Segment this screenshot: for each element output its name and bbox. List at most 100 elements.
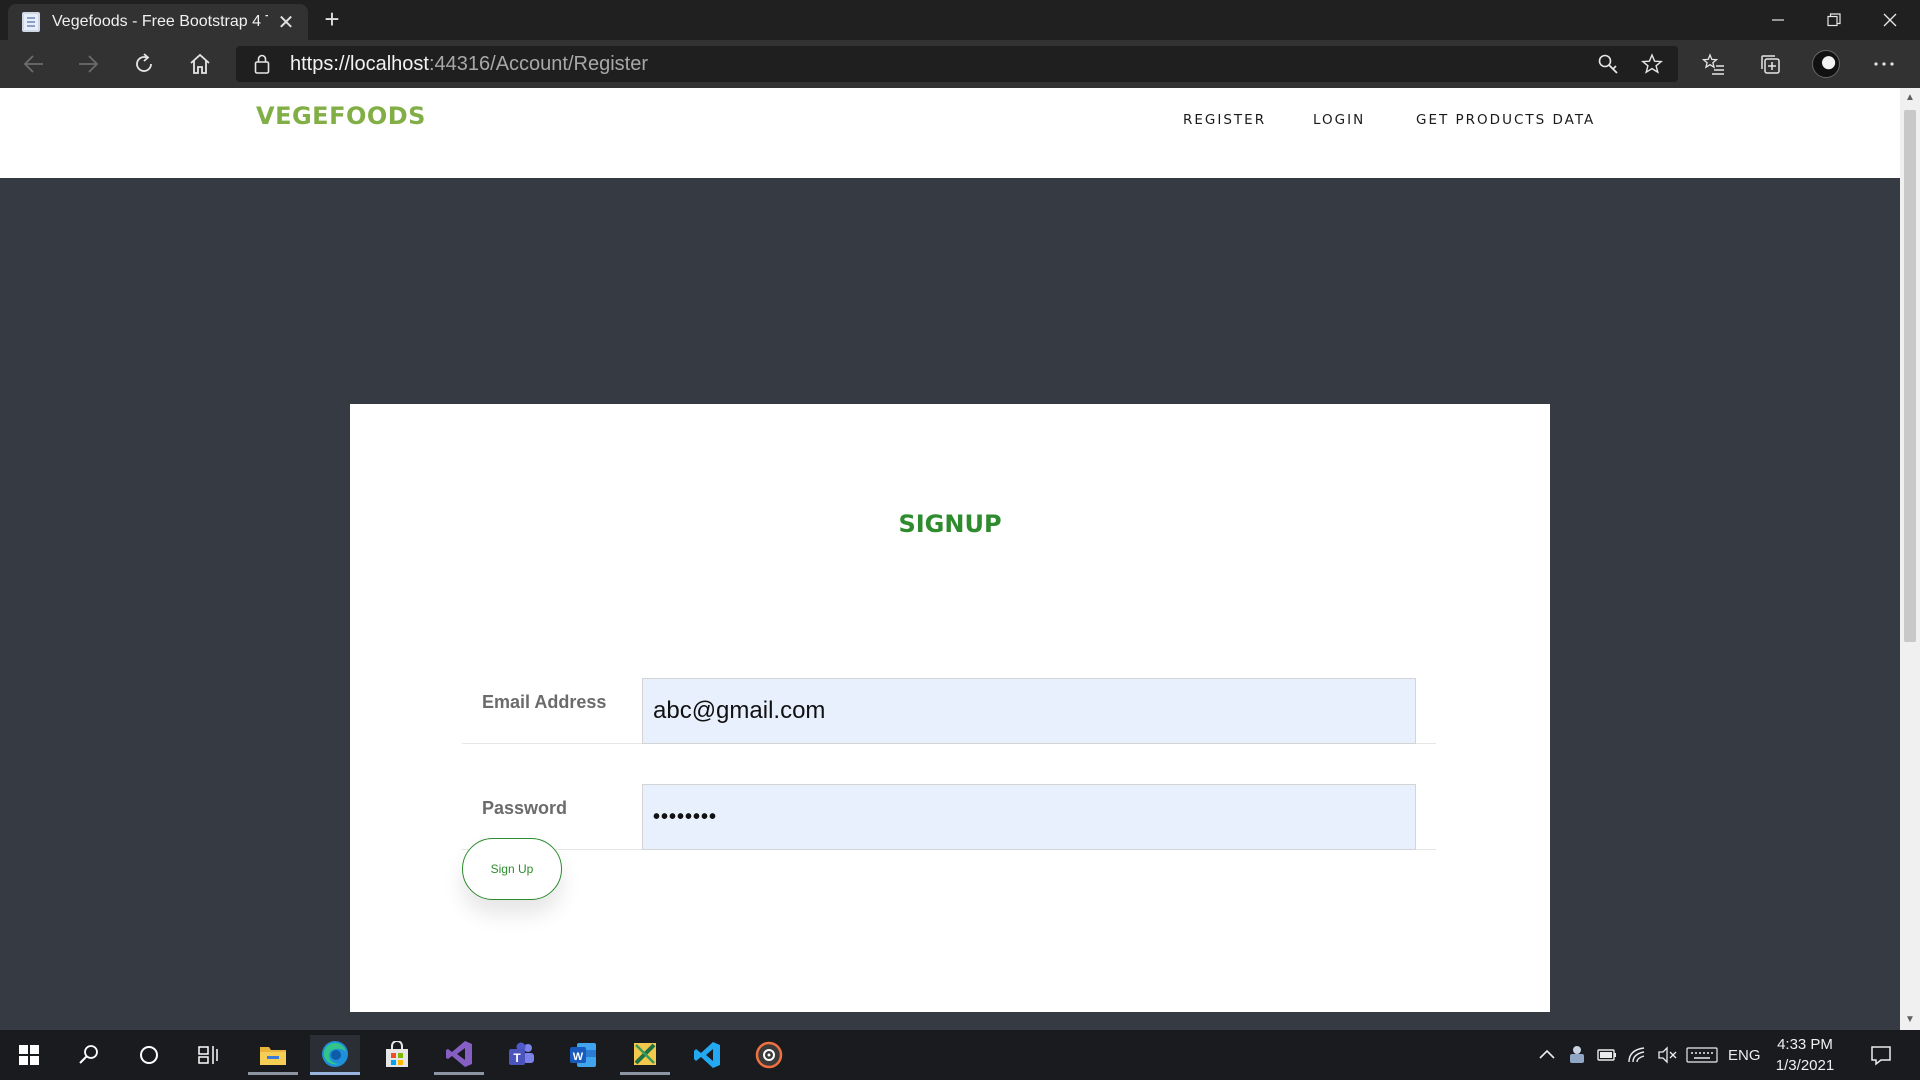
signup-title: SIGNUP (898, 510, 1002, 538)
url-host: localhost (350, 53, 429, 75)
taskbar-edge[interactable] (310, 1035, 360, 1075)
email-row: Email Address abc@gmail.com (462, 678, 1436, 744)
battery-icon[interactable] (1596, 1044, 1618, 1066)
url-path: :44316/Account/Register (428, 53, 648, 75)
favorites-button[interactable] (1696, 46, 1732, 82)
back-button[interactable] (16, 46, 52, 82)
system-tray: ENG (1536, 1030, 1761, 1080)
settings-menu-button[interactable] (1866, 46, 1902, 82)
zoom-button[interactable] (1596, 52, 1620, 76)
zoom-key-icon (1598, 54, 1618, 74)
favorite-button[interactable] (1640, 52, 1664, 76)
minimize-button[interactable] (1750, 0, 1806, 40)
task-view-icon (198, 1046, 218, 1064)
svg-text:T: T (513, 1051, 521, 1065)
back-arrow-icon (23, 55, 43, 73)
refresh-icon (136, 53, 152, 72)
onedrive-icon[interactable] (1566, 1044, 1588, 1066)
clock-time: 4:33 PM (1777, 1036, 1833, 1053)
teams-icon: T (509, 1042, 534, 1065)
email-input[interactable]: abc@gmail.com (642, 678, 1416, 744)
edge-icon (322, 1040, 348, 1067)
close-window-button[interactable] (1862, 0, 1918, 40)
store-icon (386, 1041, 408, 1067)
site-logo[interactable]: VEGEFOODS (256, 102, 426, 130)
scrollbar-thumb[interactable] (1904, 110, 1916, 642)
profile-avatar (1812, 50, 1840, 78)
browser-toolbar: https://localhost:44316/Account/Register (0, 40, 1920, 88)
lock-icon[interactable] (254, 54, 270, 74)
home-icon (190, 53, 210, 74)
taskbar-vscode[interactable] (682, 1035, 732, 1075)
notifications-button[interactable] (1856, 1035, 1906, 1075)
taskbar-word[interactable]: W (558, 1035, 608, 1075)
browser-titlebar: Vegefoods - Free Bootstrap 4 Template ✕ … (0, 0, 1920, 40)
language-indicator[interactable]: ENG (1728, 1047, 1761, 1064)
collections-button[interactable] (1752, 46, 1788, 82)
page-favicon-icon (22, 12, 40, 32)
email-label: Email Address (482, 692, 607, 712)
nav-products-link[interactable]: GET PRODUCTS DATA (1416, 112, 1595, 128)
cortana-button[interactable] (124, 1035, 174, 1075)
star-icon (1641, 53, 1663, 74)
close-icon (1883, 13, 1897, 27)
windows-taskbar: T W ENG 4:33 PM 1/3/2021 (0, 1030, 1920, 1080)
forward-button[interactable] (70, 46, 106, 82)
start-button[interactable] (4, 1035, 54, 1075)
password-input[interactable]: •••••••• (642, 784, 1416, 850)
restore-icon (1827, 13, 1841, 27)
keyboard-icon[interactable] (1686, 1044, 1718, 1066)
password-label: Password (482, 798, 568, 818)
signup-card: SIGNUP Email Address abc@gmail.com Passw… (350, 404, 1550, 1012)
vscode-icon (694, 1042, 720, 1068)
taskbar-search-button[interactable] (64, 1035, 114, 1075)
browser-tab[interactable]: Vegefoods - Free Bootstrap 4 Template ✕ (8, 4, 308, 40)
nav-login-link[interactable]: LOGIN (1313, 112, 1365, 128)
taskbar-file-explorer[interactable] (248, 1035, 298, 1075)
task-view-button[interactable] (184, 1035, 234, 1075)
more-options-icon (1874, 62, 1894, 66)
minimize-icon (1772, 19, 1784, 21)
scroll-down-icon[interactable]: ▼ (1904, 1014, 1916, 1026)
page-scrollbar[interactable]: ▲ ▼ (1900, 88, 1920, 1030)
excel-icon (634, 1042, 656, 1065)
wifi-icon[interactable] (1626, 1044, 1648, 1066)
chevron-up-icon[interactable] (1536, 1044, 1558, 1066)
password-row: Password •••••••• (462, 784, 1436, 850)
cortana-icon (140, 1046, 158, 1064)
search-icon (79, 1045, 98, 1064)
profile-button[interactable] (1808, 46, 1844, 82)
taskbar-excel[interactable] (620, 1035, 670, 1075)
nav-register-link[interactable]: REGISTER (1183, 112, 1266, 128)
taskbar-clock[interactable]: 4:33 PM 1/3/2021 (1770, 1034, 1840, 1076)
tab-close-icon[interactable]: ✕ (274, 10, 298, 35)
volume-muted-icon[interactable] (1656, 1044, 1678, 1066)
taskbar-teams[interactable]: T (496, 1035, 546, 1075)
new-tab-button[interactable]: + (316, 4, 348, 36)
notification-icon (1871, 1046, 1891, 1066)
home-button[interactable] (182, 46, 218, 82)
forward-arrow-icon (79, 55, 99, 73)
media-player-icon (755, 1041, 783, 1069)
site-navbar: VEGEFOODS REGISTER LOGIN GET PRODUCTS DA… (0, 88, 1900, 178)
favorites-list-icon (1702, 53, 1724, 75)
windows-start-icon (19, 1045, 39, 1065)
address-bar[interactable]: https://localhost:44316/Account/Register (236, 46, 1678, 82)
refresh-button[interactable] (126, 46, 162, 82)
signup-button[interactable]: Sign Up (462, 838, 562, 900)
taskbar-media-player[interactable] (744, 1035, 794, 1075)
svg-text:W: W (573, 1051, 584, 1063)
tab-title: Vegefoods - Free Bootstrap 4 Template (52, 13, 268, 30)
restore-button[interactable] (1806, 0, 1862, 40)
page-viewport: VEGEFOODS REGISTER LOGIN GET PRODUCTS DA… (0, 88, 1900, 1030)
url-text: https://localhost:44316/Account/Register (290, 46, 648, 82)
taskbar-visual-studio[interactable] (434, 1035, 484, 1075)
visual-studio-icon (446, 1040, 472, 1067)
url-scheme: https:// (290, 53, 351, 75)
file-explorer-icon (260, 1046, 286, 1065)
scroll-up-icon[interactable]: ▲ (1904, 92, 1916, 104)
word-icon: W (570, 1043, 596, 1067)
collections-icon (1761, 55, 1780, 74)
clock-date: 1/3/2021 (1775, 1057, 1835, 1074)
taskbar-store[interactable] (372, 1035, 422, 1075)
